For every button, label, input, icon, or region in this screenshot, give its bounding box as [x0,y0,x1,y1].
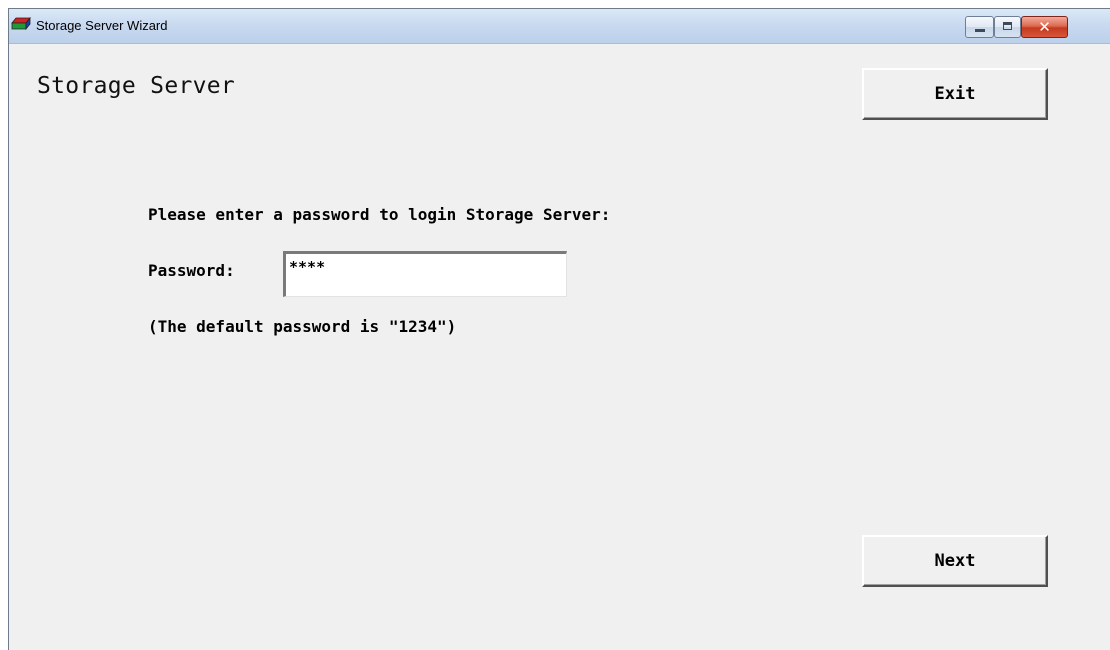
password-field[interactable]: **** [283,251,567,297]
exit-button[interactable]: Exit [862,68,1048,120]
password-label: Password: [148,261,235,280]
wizard-window: Storage Server Wizard ✕ Storage Server E… [8,8,1110,650]
next-button[interactable]: Next [862,535,1048,587]
maximize-icon [1003,22,1012,30]
title-bar[interactable]: Storage Server Wizard ✕ [9,9,1110,44]
minimize-icon [975,29,985,32]
default-password-hint: (The default password is "1234") [148,317,457,336]
maximize-button[interactable] [994,16,1021,38]
minimize-button[interactable] [965,16,994,38]
close-icon: ✕ [1038,18,1051,36]
storage-device-icon [11,16,31,31]
login-prompt: Please enter a password to login Storage… [148,205,611,224]
close-button[interactable]: ✕ [1021,16,1068,38]
page-title: Storage Server [37,73,236,99]
window-title: Storage Server Wizard [36,18,168,33]
